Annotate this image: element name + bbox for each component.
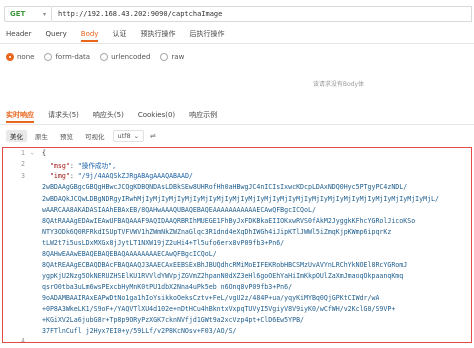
body-type-radios: none form-data urlencoded raw	[6, 51, 184, 63]
tab-auth[interactable]: 认证	[112, 28, 126, 42]
line-number: 3	[21, 172, 25, 180]
http-method-label: GET	[10, 10, 26, 18]
chevron-down-icon: ▾	[42, 10, 46, 18]
json-key: "msg"	[49, 162, 70, 170]
tab-response-example[interactable]: 响应示例	[189, 109, 217, 123]
radio-dot-icon	[6, 53, 14, 61]
response-tabs: 实时响应 请求头(5) 响应头(5) Cookies(0) 响应示例	[6, 109, 217, 123]
http-method-select[interactable]: GET ▾	[4, 6, 52, 22]
tab-query[interactable]: Query	[46, 28, 67, 42]
json-string-continuation: wAARCAA8AKADASIAAhEBAxEB/8QAHwAAAQUBAQEB…	[42, 206, 316, 214]
json-string-continuation: 8QAHwEAAwEBAQEBAQEBAQAAAAAAAAECAwQFBgcIC…	[42, 250, 217, 258]
radio-none[interactable]: none	[6, 53, 34, 61]
radio-label: urlencoded	[111, 53, 151, 61]
line-number: 1	[21, 149, 25, 157]
radio-label: form-data	[55, 53, 91, 61]
tab-request-headers[interactable]: 请求头(5)	[48, 109, 79, 123]
json-string-continuation: 8QAtRAAAgEDAwIEAwUFBAQAAAF9AQIDAAQRBRIhM…	[42, 217, 416, 225]
view-pretty-button[interactable]: 美化	[6, 130, 27, 142]
json-string-continuation: ygpKjU2Nzg5OkNERUZHSElKU1RVVldYWVpjZGVmZ…	[42, 272, 404, 280]
json-string-continuation: 8QAtREAAgECBAQDBAcFBAQAAQJ3AAECAxEEBSExB…	[42, 261, 408, 269]
encoding-value: utf8	[117, 132, 131, 140]
view-visualize-button[interactable]: 可视化	[81, 130, 109, 142]
request-url-bar: GET ▾ http://192.168.43.202:9090/captcha…	[4, 5, 472, 23]
divider	[0, 124, 474, 125]
radio-label: none	[17, 53, 35, 61]
response-body-editor[interactable]: 1 ⌄ 2 3 4 { "msg": "操作成功", "img": "/9j/4…	[0, 145, 474, 345]
tab-cookies[interactable]: Cookies(0)	[138, 109, 175, 123]
wrap-lines-icon[interactable]: ⇌	[150, 132, 156, 140]
json-string-continuation: qsrO0tba3uLm6wsPExcbHyMnK0tPU1dbX2Nna4uP…	[42, 283, 293, 291]
api-client-window: GET ▾ http://192.168.43.202:9090/captcha…	[0, 0, 474, 348]
view-preview-button[interactable]: 预览	[56, 130, 77, 142]
line-number: 4	[21, 337, 25, 345]
tab-response-headers[interactable]: 响应头(5)	[93, 109, 124, 123]
json-string-continuation: NTY3ODk6Q0RFRkdISUpTVFVWV1hZWmNkZWZnaGlq…	[42, 228, 392, 236]
fold-toggle-icon[interactable]: ⌄	[30, 149, 34, 156]
request-tabs: Header Query Body 认证 预执行操作 后执行操作	[6, 28, 224, 42]
body-empty-note: 该请求没有Body体	[312, 81, 364, 88]
tab-post-request[interactable]: 后执行操作	[189, 28, 224, 42]
code-lines: { "msg": "操作成功", "img": "/9j/4AAQSkZJRgA…	[42, 145, 472, 343]
encoding-select[interactable]: utf8 ⌄	[112, 130, 145, 142]
json-line-msg: "msg": "操作成功",	[49, 162, 117, 170]
radio-label: raw	[171, 53, 185, 61]
radio-dot-icon	[100, 53, 109, 61]
chevron-down-icon: ⌄	[133, 132, 140, 140]
radio-dot-icon	[160, 53, 169, 61]
json-string-continuation: 2wBDAAgGBgcGBQgHBwcJCQgKDBQNDAsLDBkSEw8U…	[42, 183, 408, 191]
json-open-brace: {	[42, 149, 46, 157]
response-view-toolbar: 美化 原生 预览 可视化 utf8 ⌄ ⇌	[6, 130, 156, 142]
tab-header[interactable]: Header	[6, 28, 32, 42]
json-string: "/9j/4AAQSkZJRgABAgAAAQABAAD/	[77, 172, 193, 180]
json-string-continuation: +0P8A3WkeLK1/S9oF+/YAQVTlXU4d102e+nDtHCu…	[42, 305, 396, 313]
line-number-gutter: 1 ⌄ 2 3 4	[0, 145, 38, 345]
line-number: 2	[21, 160, 25, 168]
view-raw-button[interactable]: 原生	[31, 130, 52, 142]
json-string-continuation: 9oADAMBAAIRAxEAPwDtNo1ga1hIoYsikkoOeksCz…	[42, 294, 380, 302]
url-input[interactable]: http://192.168.43.202:9090/captchaImage	[52, 6, 472, 22]
divider	[0, 43, 474, 44]
tab-pre-request[interactable]: 预执行操作	[140, 28, 175, 42]
json-string-continuation: 37FTlnCufl j2Hyx7EI0+y/59LLf/v2P8KcNOsv+…	[42, 327, 237, 335]
radio-raw[interactable]: raw	[160, 53, 184, 61]
json-string-continuation: 2wBDAQkJCQwLDBgNDRgyIRwhMjIyMjIyMjIyMjIy…	[42, 195, 439, 203]
json-key: "img"	[49, 172, 70, 180]
radio-form-data[interactable]: form-data	[44, 53, 90, 61]
json-line-img: "img": "/9j/4AAQSkZJRgABAgAAAQABAAD/	[49, 172, 193, 180]
json-string-continuation: tLW2t7i5usLDxMXGx8jJytLT1NXW19jZ2uHi4+Tl…	[42, 239, 285, 247]
json-string: "操作成功",	[77, 162, 117, 170]
radio-urlencoded[interactable]: urlencoded	[100, 53, 150, 61]
json-string-continuation: +KGiXV2La6jubG8r+Tp8p9ORyPzXGK7cknNVfjd1…	[42, 316, 305, 324]
radio-dot-icon	[44, 53, 53, 61]
tab-body[interactable]: Body	[80, 28, 99, 42]
tab-live-response[interactable]: 实时响应	[6, 109, 34, 123]
